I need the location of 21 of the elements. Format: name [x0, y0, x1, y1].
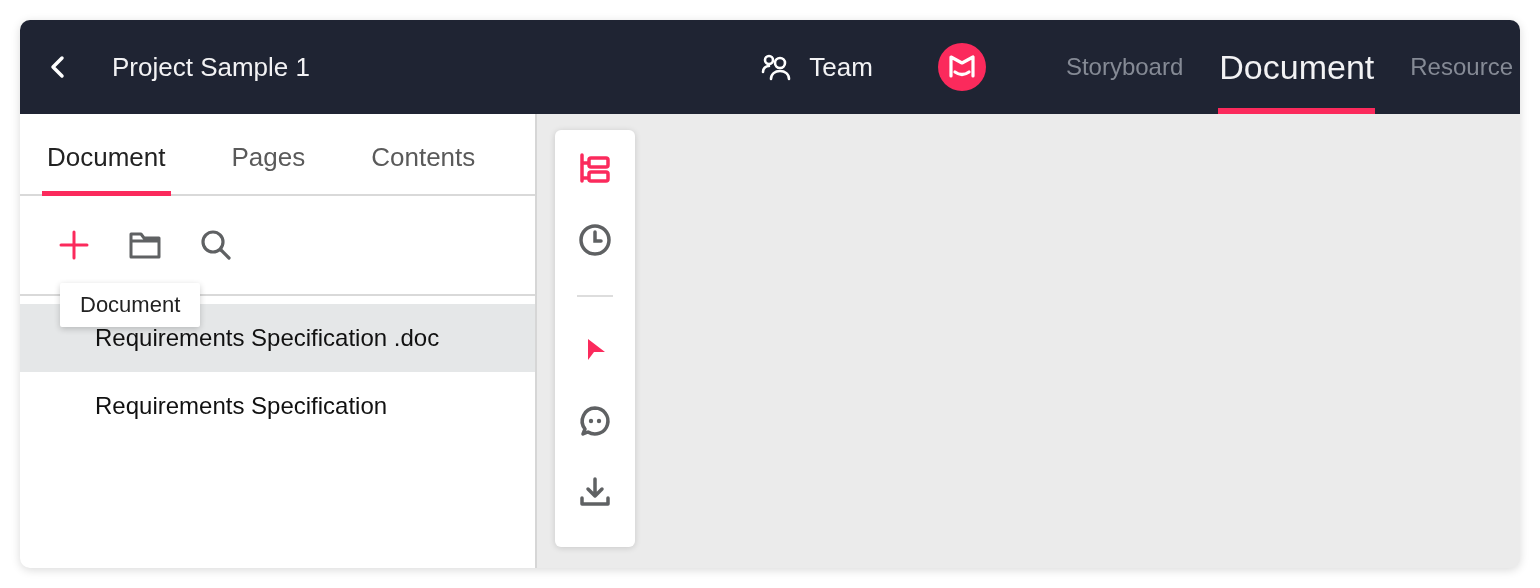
plus-icon [58, 229, 90, 261]
clock-icon [578, 223, 612, 258]
logo-icon [936, 42, 987, 92]
nav-tab[interactable]: Resource [1409, 20, 1514, 114]
tooltip: Document [60, 283, 201, 327]
search-button[interactable] [200, 229, 232, 261]
panel-tab[interactable]: Pages [226, 114, 311, 196]
outline-icon [578, 152, 612, 186]
people-icon [761, 53, 792, 81]
chat-bubble-icon [578, 404, 612, 439]
nav-tab[interactable]: Storyboard [1064, 20, 1185, 114]
team-button[interactable]: Team [761, 51, 873, 83]
add-button[interactable] [58, 229, 90, 261]
panel-tab[interactable]: Document [42, 114, 171, 196]
nav-tab[interactable]: Document [1218, 20, 1376, 114]
panel-tab[interactable]: Contents [366, 114, 481, 196]
search-icon [200, 229, 232, 261]
project-title: Project Sample 1 [112, 51, 310, 83]
document-item[interactable]: Requirements Specification [20, 372, 535, 440]
folder-icon [128, 230, 162, 260]
folder-button[interactable] [128, 230, 162, 260]
